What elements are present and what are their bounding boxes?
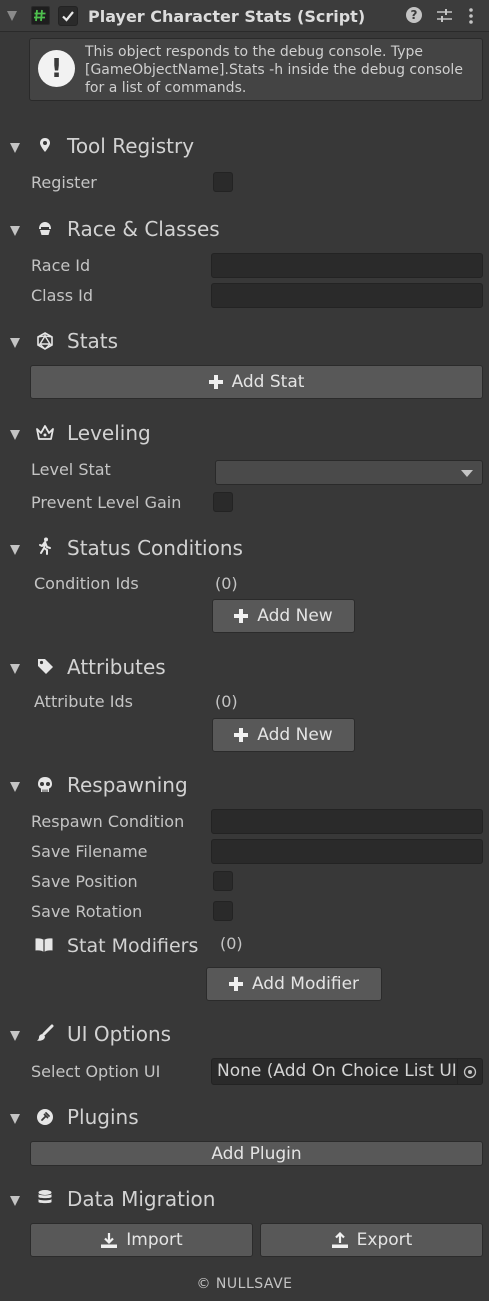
select-option-ui-object-field[interactable]: None (Add On Choice List UI) <box>211 1058 483 1085</box>
select-option-ui-label: Select Option UI <box>31 1062 161 1081</box>
skull-icon <box>36 776 54 798</box>
component-enabled-checkbox[interactable] <box>58 6 78 26</box>
add-attribute-label: Add New <box>257 725 333 745</box>
level-stat-dropdown[interactable] <box>215 460 483 485</box>
paintbrush-icon <box>36 1024 54 1046</box>
plus-icon <box>228 977 243 991</box>
add-modifier-button[interactable]: Add Modifier <box>206 967 382 1001</box>
section-title-status-conditions: Status Conditions <box>67 536 243 560</box>
open-book-icon <box>34 937 54 957</box>
condition-ids-count: (0) <box>215 574 238 593</box>
info-icon: ! <box>38 50 75 87</box>
section-title-stats: Stats <box>67 329 119 353</box>
tool-registry-foldout[interactable] <box>10 143 20 153</box>
attribute-ids-label: Attribute Ids <box>34 692 133 711</box>
respawning-foldout[interactable] <box>10 782 20 792</box>
add-modifier-label: Add Modifier <box>251 974 360 994</box>
section-title-plugins: Plugins <box>67 1105 139 1129</box>
prevent-level-gain-label: Prevent Level Gain <box>31 493 182 512</box>
database-icon <box>37 1189 53 1211</box>
add-attribute-button[interactable]: Add New <box>212 718 355 752</box>
attribute-ids-count: (0) <box>215 692 238 711</box>
save-rotation-checkbox[interactable] <box>213 901 233 921</box>
stat-modifiers-count: (0) <box>220 934 243 953</box>
component-header: Player Character Stats (Script) ? <box>0 0 489 32</box>
debug-help-box: ! This object responds to the debug cons… <box>29 38 483 101</box>
data-migration-foldout[interactable] <box>10 1196 20 1206</box>
attributes-foldout[interactable] <box>10 664 20 674</box>
component-title: Player Character Stats (Script) <box>88 7 366 26</box>
save-filename-input[interactable] <box>211 839 483 864</box>
upload-icon <box>331 1231 349 1249</box>
section-title-ui-options: UI Options <box>67 1022 172 1046</box>
prevent-level-gain-checkbox[interactable] <box>213 492 233 512</box>
d20-dice-icon <box>36 332 54 354</box>
sliders-icon[interactable] <box>436 7 453 28</box>
save-position-label: Save Position <box>31 872 138 891</box>
export-button[interactable]: Export <box>260 1223 483 1257</box>
race-id-input[interactable] <box>211 253 483 278</box>
save-position-checkbox[interactable] <box>213 871 233 891</box>
running-figure-icon <box>37 537 53 559</box>
register-label: Register <box>31 173 97 192</box>
select-option-ui-value: None (Add On Choice List UI) <box>217 1061 457 1081</box>
plus-icon <box>208 375 223 389</box>
help-icon[interactable]: ? <box>406 7 422 23</box>
ui-options-foldout[interactable] <box>10 1031 20 1041</box>
object-picker-icon[interactable] <box>457 1059 482 1084</box>
status-conditions-foldout[interactable] <box>10 545 20 555</box>
debug-help-text: This object responds to the debug consol… <box>85 44 463 96</box>
import-label: Import <box>126 1230 183 1250</box>
section-title-data-migration: Data Migration <box>67 1187 216 1211</box>
section-title-attributes: Attributes <box>67 655 166 679</box>
stats-foldout[interactable] <box>10 338 20 348</box>
condition-ids-label: Condition Ids <box>34 574 139 593</box>
plus-icon <box>234 609 249 623</box>
level-stat-label: Level Stat <box>31 460 111 479</box>
add-condition-label: Add New <box>257 606 333 626</box>
class-id-input[interactable] <box>211 283 483 308</box>
section-title-race-classes: Race & Classes <box>67 217 220 241</box>
plugins-foldout[interactable] <box>10 1114 20 1124</box>
stat-modifiers-label: Stat Modifiers <box>67 935 199 957</box>
respawn-condition-input[interactable] <box>211 809 483 834</box>
script-icon <box>31 6 50 25</box>
section-title-leveling: Leveling <box>67 421 151 445</box>
save-rotation-label: Save Rotation <box>31 902 143 921</box>
add-plugin-label: Add Plugin <box>211 1143 302 1164</box>
dropdown-arrow-icon <box>461 470 473 477</box>
section-title-respawning: Respawning <box>67 773 188 797</box>
export-label: Export <box>356 1230 413 1250</box>
kebab-menu-icon[interactable] <box>468 7 474 29</box>
save-filename-label: Save Filename <box>31 842 148 861</box>
plus-icon <box>234 728 249 742</box>
race-classes-foldout[interactable] <box>10 226 20 236</box>
register-checkbox[interactable] <box>213 172 233 192</box>
import-button[interactable]: Import <box>30 1223 253 1257</box>
map-pin-icon <box>38 137 52 157</box>
footer-copyright: © NULLSAVE <box>196 1276 293 1292</box>
add-stat-button[interactable]: Add Stat <box>30 365 483 399</box>
crown-icon <box>35 424 55 445</box>
race-id-label: Race Id <box>31 256 91 275</box>
add-stat-label: Add Stat <box>231 372 305 392</box>
add-condition-button[interactable]: Add New <box>212 599 355 633</box>
leveling-foldout[interactable] <box>10 430 20 440</box>
class-id-label: Class Id <box>31 286 94 305</box>
helmet-icon <box>36 220 54 242</box>
download-icon <box>100 1232 118 1249</box>
respawn-condition-label: Respawn Condition <box>31 812 185 831</box>
help-icon-glyph: ? <box>410 8 418 22</box>
tag-icon <box>36 657 54 679</box>
add-plugin-button[interactable]: Add Plugin <box>30 1141 483 1166</box>
plug-icon <box>36 1108 54 1130</box>
section-title-tool-registry: Tool Registry <box>67 134 195 158</box>
component-foldout-arrow[interactable] <box>7 11 17 21</box>
